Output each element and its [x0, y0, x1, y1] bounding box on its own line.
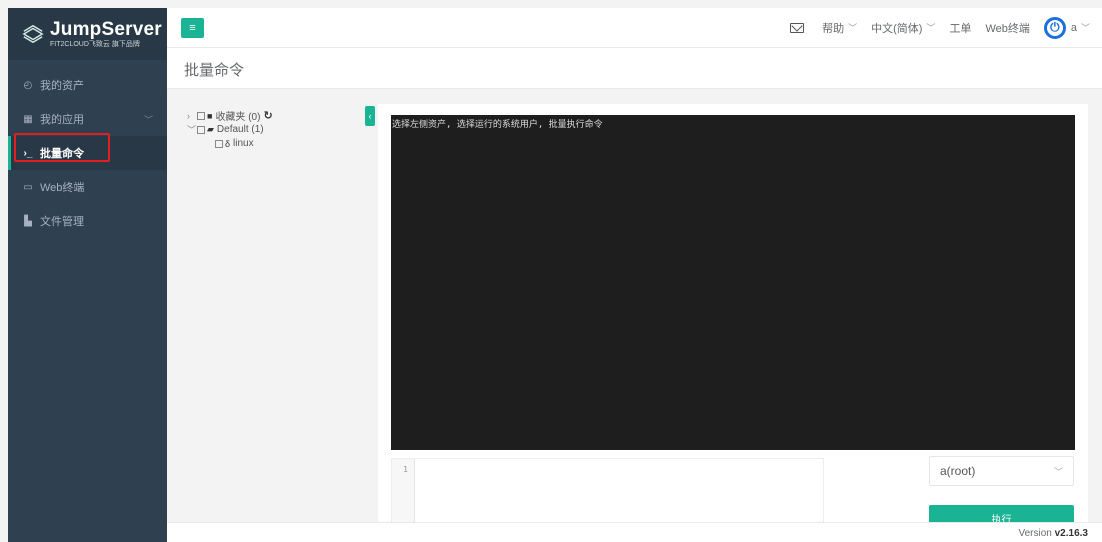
asset-tree: › ■ 收藏夹 (0) ↻ ﹀ ▰ Default (1) δ linux	[167, 89, 367, 521]
system-user-value: a(root)	[940, 464, 976, 478]
grid-icon: ▦	[23, 113, 33, 125]
logo-subtitle: FIT2CLOUD飞致云 旗下品牌	[50, 41, 140, 48]
tree-node-label: 收藏夹 (0)	[215, 112, 261, 123]
tree-node-linux[interactable]: δ linux	[215, 138, 254, 149]
web-terminal-link[interactable]: Web终端	[985, 20, 1029, 36]
sidebar-item-label: 文件管理	[40, 216, 84, 228]
chevron-down-icon: ﹀	[848, 23, 858, 33]
folder-icon: ■	[207, 110, 213, 121]
avatar[interactable]: ⏻	[1043, 16, 1066, 39]
logo[interactable]: JumpServer FIT2CLOUD飞致云 旗下品牌	[8, 8, 167, 60]
tree-checkbox[interactable]	[215, 139, 223, 148]
sidebar-item-web-terminal[interactable]: ▭ Web终端	[8, 170, 167, 204]
run-button[interactable]: 执行	[929, 505, 1074, 522]
command-panel: 选择左侧资产, 选择运行的系统用户, 批量执行命令 1 a(root) ﹀ 执行	[378, 104, 1088, 523]
logo-title: JumpServer	[50, 19, 162, 40]
linux-icon: δ	[225, 138, 231, 149]
page-heading: 批量命令	[167, 48, 1102, 89]
tree-node-default[interactable]: ﹀ ▰ Default (1)	[187, 123, 264, 136]
username: a	[1070, 21, 1077, 34]
chevron-down-icon: ﹀	[926, 23, 936, 33]
editor-gutter: 1	[392, 459, 415, 523]
topbar-right: 帮助 ﹀ 中文(简体) ﹀ 工单 Web终端 ⏻ a ﹀	[790, 16, 1102, 39]
hamburger-icon: ≡	[189, 21, 196, 34]
version-label: Version	[1018, 528, 1052, 539]
line-number: 1	[403, 465, 408, 474]
sidebar-item-label: 我的应用	[40, 114, 84, 126]
sidebar-item-my-assets[interactable]: ◴ 我的资产	[8, 68, 167, 102]
collapse-tree-button[interactable]: ‹	[365, 106, 375, 126]
footer: Version v2.16.3	[167, 522, 1102, 542]
window-icon: ▭	[23, 181, 33, 193]
tree-node-favorites[interactable]: › ■ 收藏夹 (0) ↻	[187, 108, 273, 123]
chevron-left-icon: ‹	[368, 111, 372, 121]
version-number: v2.16.3	[1054, 528, 1088, 539]
menu-toggle-button[interactable]: ≡	[181, 17, 204, 38]
topbar: ≡ 帮助 ﹀ 中文(简体) ﹀ 工单 Web终端 ⏻ a ﹀	[167, 8, 1102, 48]
chevron-down-icon: ﹀	[1080, 23, 1090, 33]
chevron-right-icon[interactable]: ›	[187, 111, 197, 121]
output-terminal[interactable]: 选择左侧资产, 选择运行的系统用户, 批量执行命令	[391, 115, 1075, 450]
tree-node-label: linux	[233, 138, 254, 149]
tree-checkbox[interactable]	[197, 125, 205, 134]
help-label: 帮助	[822, 22, 845, 35]
power-icon: ⏻	[1050, 20, 1060, 34]
jumpserver-logo-icon	[22, 24, 44, 44]
tree-checkbox[interactable]	[197, 111, 205, 120]
highlight-annotation-box	[14, 133, 110, 162]
tickets-link[interactable]: 工单	[949, 20, 971, 36]
language-label: 中文(简体)	[871, 22, 923, 35]
command-editor[interactable]: 1	[391, 458, 824, 523]
terminal-output-text: 选择左侧资产, 选择运行的系统用户, 批量执行命令	[392, 120, 603, 130]
folder-open-icon: ▰	[207, 124, 214, 134]
user-dropdown[interactable]: a ﹀	[1071, 21, 1090, 34]
chevron-down-icon: ﹀	[1053, 466, 1063, 477]
sidebar-item-label: Web终端	[40, 182, 85, 194]
tree-node-label: Default (1)	[216, 124, 264, 135]
sidebar-item-file-manager[interactable]: ▙ 文件管理	[8, 204, 167, 238]
mail-icon[interactable]	[790, 22, 805, 33]
chevron-down-icon: ﹀	[143, 114, 153, 125]
system-user-select[interactable]: a(root) ﹀	[929, 456, 1074, 486]
sidebar: JumpServer FIT2CLOUD飞致云 旗下品牌 ◴ 我的资产 ▦ 我的…	[8, 8, 167, 542]
sidebar-item-my-applications[interactable]: ▦ 我的应用 ﹀	[8, 102, 167, 136]
chevron-down-icon[interactable]: ﹀	[187, 123, 197, 136]
version-info: Version v2.16.3	[1018, 528, 1088, 539]
file-icon: ▙	[24, 215, 32, 227]
language-dropdown[interactable]: 中文(简体) ﹀	[871, 20, 935, 36]
sidebar-item-label: 我的资产	[40, 80, 84, 92]
refresh-icon[interactable]: ↻	[263, 109, 272, 122]
help-dropdown[interactable]: 帮助 ﹀	[822, 20, 857, 36]
asset-icon: ◴	[23, 79, 33, 91]
page-title: 批量命令	[184, 62, 245, 79]
